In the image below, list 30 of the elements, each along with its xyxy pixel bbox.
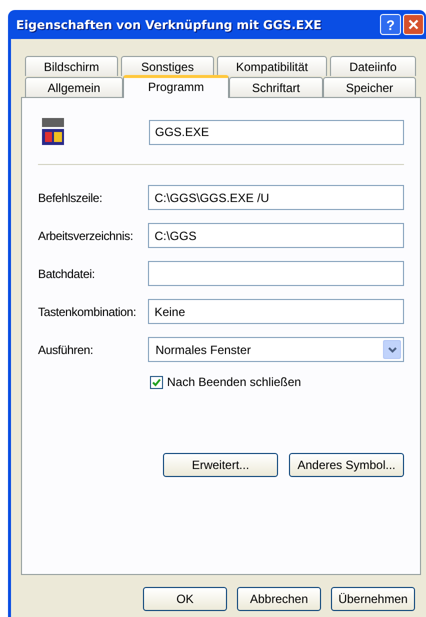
text-field[interactable]: C:\GGS\GGS.EXE /U (148, 185, 404, 210)
tab[interactable]: Kompatibilität (217, 56, 327, 76)
dialog-button[interactable]: Abbrechen (237, 587, 321, 611)
help-button[interactable]: ? (380, 14, 401, 35)
run-dropdown[interactable]: Normales Fenster (148, 337, 404, 362)
field-label: Befehlszeile: (38, 190, 104, 206)
tab[interactable]: Allgemein (25, 77, 123, 97)
tab[interactable]: Bildschirm (25, 56, 118, 76)
field-label: Arbeitsverzeichnis: (38, 228, 134, 244)
field-label: Batchdatei: (38, 266, 96, 282)
window-title: Eigenschaften von Verknüpfung mit GGS.EXE (16, 16, 323, 34)
text-field[interactable]: C:\GGS (148, 223, 404, 248)
tab[interactable]: Programm (123, 75, 229, 98)
dialog-button[interactable]: OK (143, 587, 227, 611)
checkbox[interactable] (150, 376, 163, 388)
close-icon (408, 19, 419, 30)
field-label: Ausführen: (38, 342, 94, 358)
tab[interactable]: Dateiinfo (330, 56, 416, 76)
tab[interactable]: Sonstiges (121, 56, 214, 76)
panel-button[interactable]: Anderes Symbol... (289, 453, 404, 477)
tab[interactable]: Schriftart (229, 77, 323, 97)
checkbox-label: Nach Beenden schließen (167, 374, 302, 391)
name-field[interactable]: GGS.EXE (149, 120, 404, 144)
text-field[interactable] (148, 261, 404, 286)
tab[interactable]: Speicher (323, 77, 416, 97)
dialog-button[interactable]: Übernehmen (331, 587, 415, 611)
close-button[interactable] (403, 14, 424, 35)
text-field[interactable]: Keine (148, 299, 404, 324)
panel-button[interactable]: Erweitert... (163, 453, 278, 477)
field-label: Tastenkombination: (38, 304, 137, 320)
